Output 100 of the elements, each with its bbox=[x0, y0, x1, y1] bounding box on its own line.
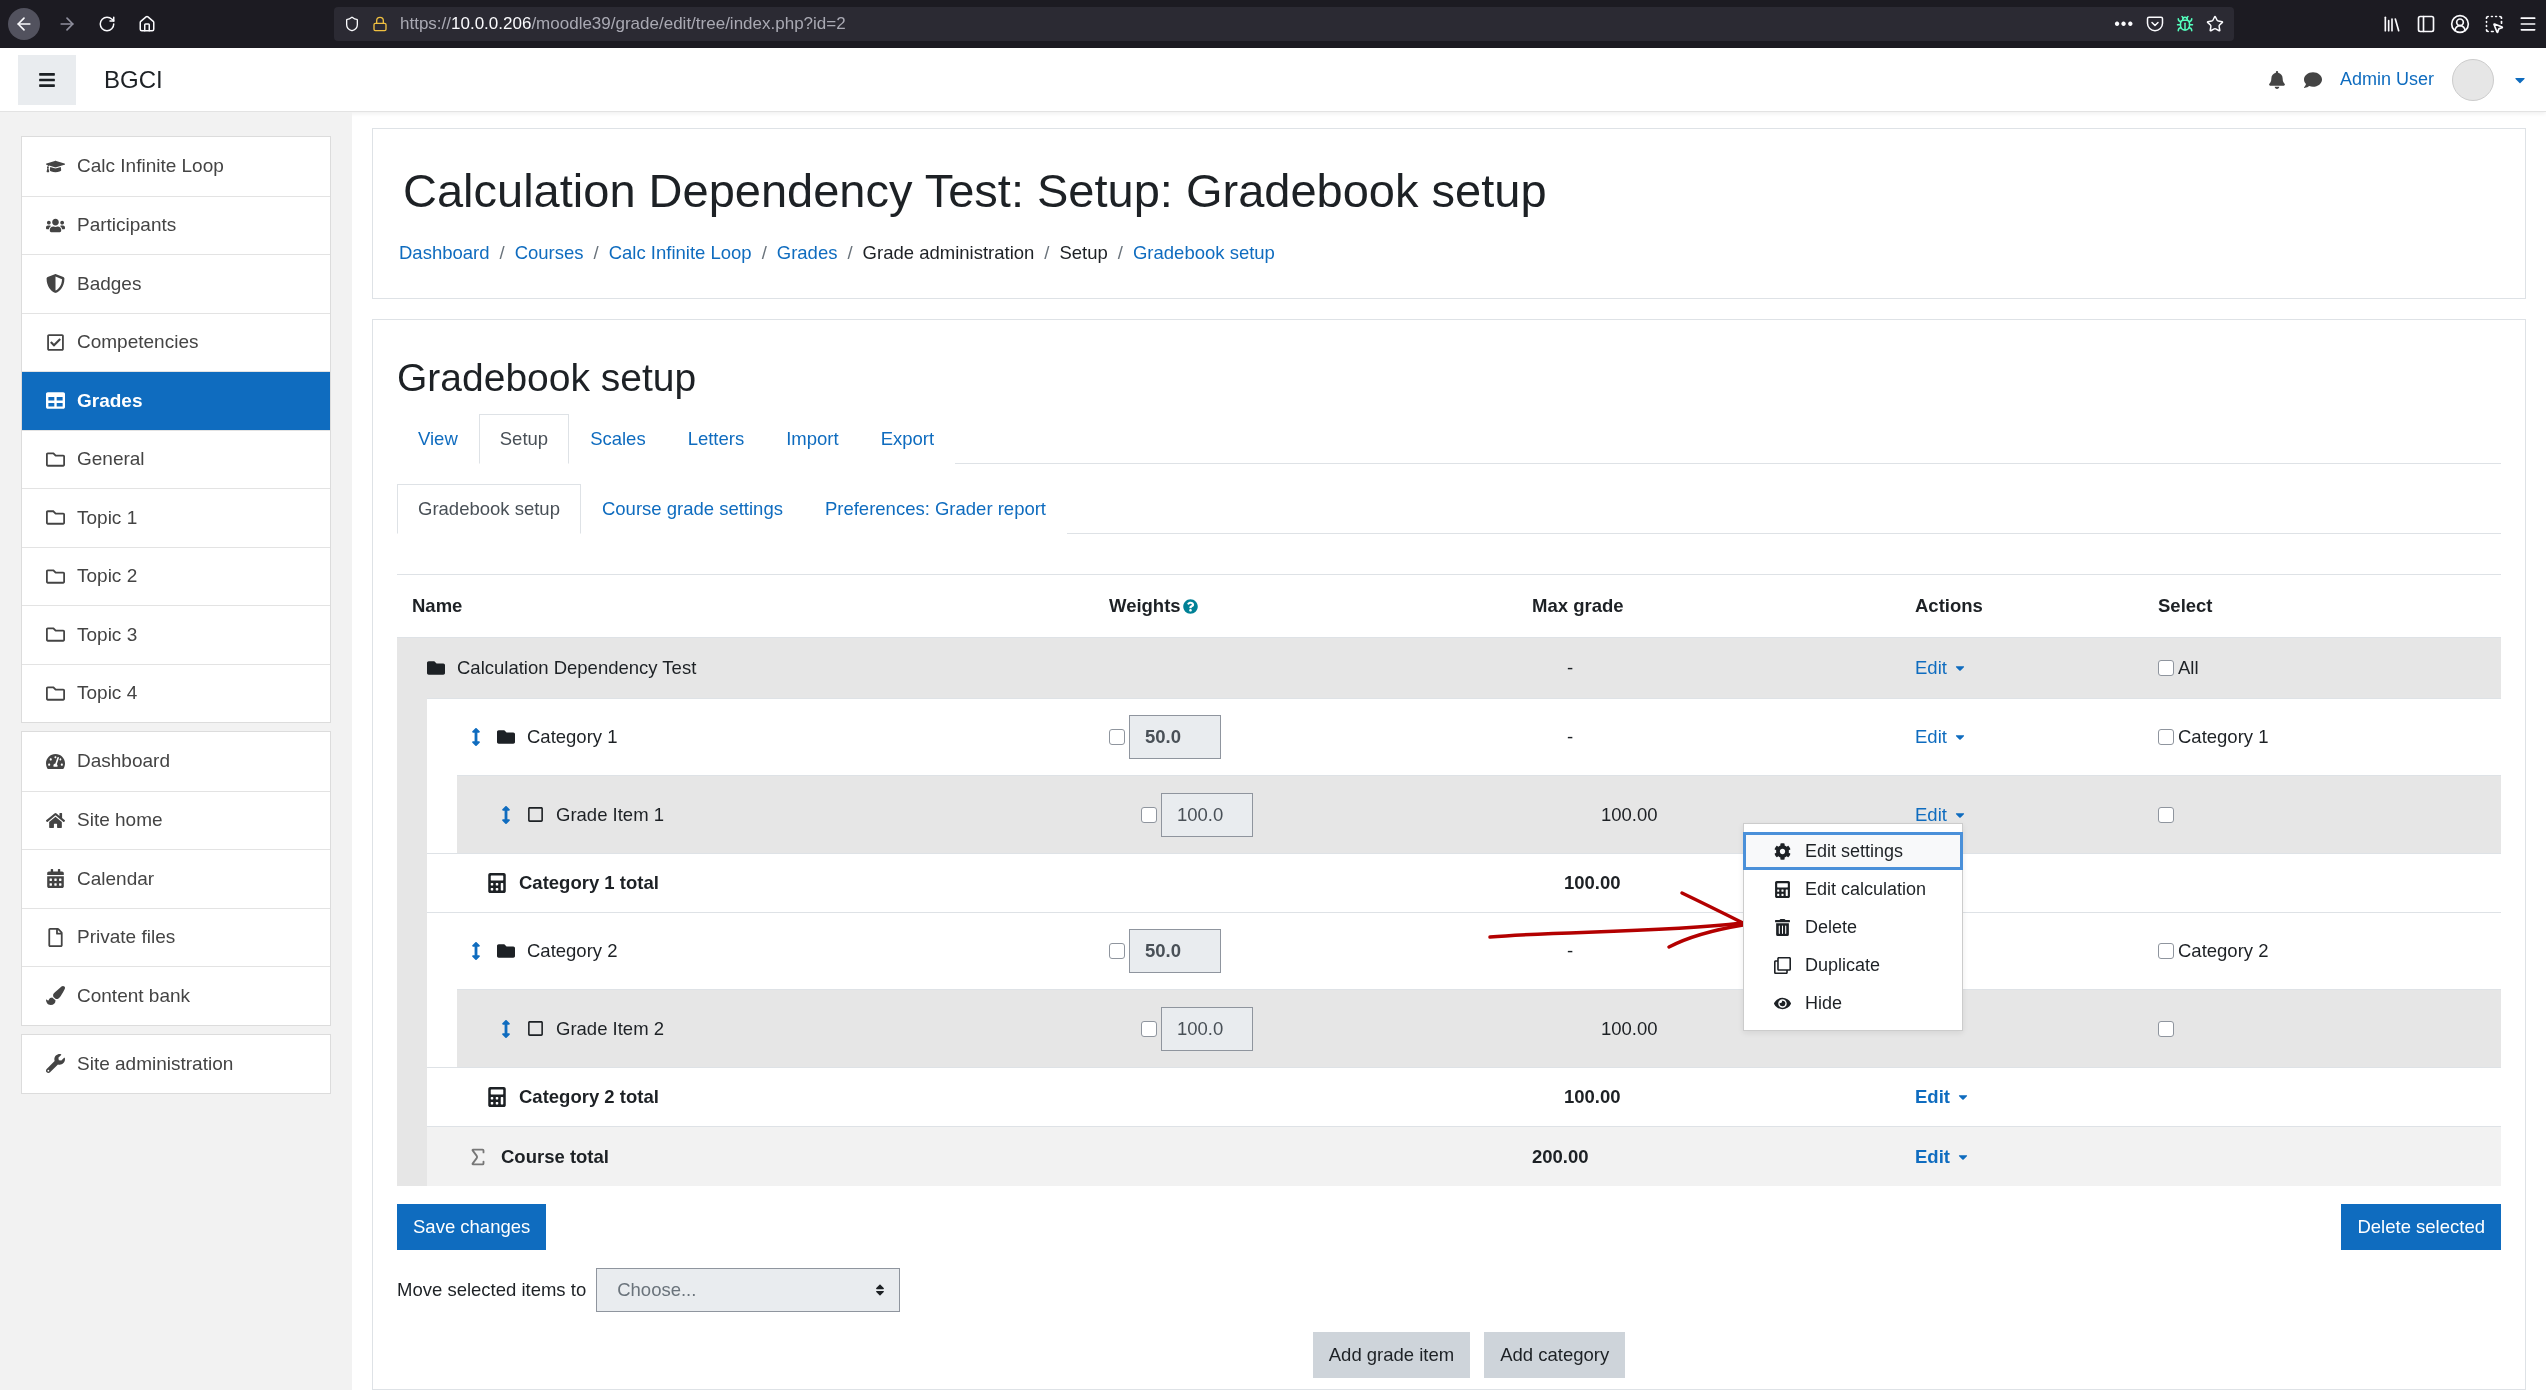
max-grade: 100.00 bbox=[1564, 1086, 1621, 1108]
menu-item[interactable]: Duplicate bbox=[1743, 946, 1963, 984]
add-grade-item-button[interactable]: Add grade item bbox=[1312, 1332, 1471, 1378]
breadcrumb-separator: / bbox=[1117, 242, 1123, 264]
house-icon bbox=[138, 15, 156, 33]
checkbox-icon bbox=[46, 332, 65, 352]
calculator-icon bbox=[1774, 880, 1791, 898]
brush-icon bbox=[46, 986, 65, 1006]
edit-menu-link[interactable]: Edit bbox=[1915, 657, 1967, 679]
breadcrumb-separator: / bbox=[1044, 242, 1050, 264]
folder-icon bbox=[46, 508, 65, 528]
library-icon[interactable] bbox=[2382, 14, 2402, 34]
item-name: Grade Item 2 bbox=[556, 1017, 664, 1040]
site-name[interactable]: BGCI bbox=[104, 65, 163, 94]
delete-selected-button[interactable]: Delete selected bbox=[2341, 1204, 2501, 1250]
breadcrumb-link[interactable]: Grades bbox=[776, 242, 838, 264]
move-select[interactable]: Choose... bbox=[596, 1268, 901, 1312]
select-label: Category 1 bbox=[2178, 726, 2269, 748]
section-heading: Gradebook setup bbox=[397, 356, 698, 400]
breadcrumb-separator: / bbox=[593, 242, 599, 264]
item-name: Category 2 total bbox=[519, 1086, 659, 1108]
weight-field[interactable]: 100.0 bbox=[1161, 792, 1253, 837]
menu-item[interactable]: Edit calculation bbox=[1743, 870, 1963, 908]
item-name: Course total bbox=[501, 1145, 609, 1168]
breadcrumb-link[interactable]: Gradebook setup bbox=[1132, 242, 1275, 264]
bug-icon[interactable] bbox=[2176, 15, 2194, 33]
folder-icon bbox=[497, 942, 515, 960]
shield-icon bbox=[46, 274, 65, 294]
menu-item[interactable]: Hide bbox=[1743, 984, 1963, 1022]
help-icon[interactable] bbox=[1182, 598, 1198, 614]
wrench-icon bbox=[46, 1054, 65, 1074]
item-name: Calculation Dependency Test bbox=[457, 657, 697, 679]
select-checkbox[interactable] bbox=[2158, 660, 2174, 676]
column-header: Max grade bbox=[1532, 595, 1624, 617]
folder-icon bbox=[46, 449, 65, 469]
weight-checkbox[interactable] bbox=[1141, 1020, 1157, 1037]
screenshot-icon[interactable] bbox=[2484, 14, 2504, 34]
column-header: Actions bbox=[1915, 595, 1983, 617]
item-name: Category 1 total bbox=[519, 872, 659, 894]
breadcrumb-link[interactable]: Dashboard bbox=[399, 242, 490, 264]
edit-menu-link[interactable]: Edit bbox=[1915, 1145, 1970, 1168]
weight-checkbox[interactable] bbox=[1141, 806, 1157, 823]
address-bar[interactable]: https://10.0.0.206/moodle39/grade/edit/tree/index.php?id=2 ••• bbox=[334, 7, 2234, 41]
select-label: All bbox=[2178, 657, 2199, 679]
shield-icon bbox=[344, 16, 360, 32]
breadcrumb-separator: / bbox=[499, 242, 505, 264]
tab[interactable]: Setup bbox=[478, 414, 570, 464]
add-category-button[interactable]: Add category bbox=[1484, 1332, 1626, 1378]
calculator-icon bbox=[487, 873, 507, 893]
move-label: Move selected items to bbox=[397, 1279, 587, 1301]
more-button[interactable]: ••• bbox=[2114, 15, 2134, 33]
folder-icon bbox=[46, 625, 65, 645]
weight-field[interactable]: 100.0 bbox=[1161, 1006, 1253, 1051]
menu-item[interactable]: Edit settings bbox=[1743, 832, 1963, 870]
menu-icon bbox=[38, 70, 56, 89]
edit-menu-link[interactable]: Edit bbox=[1915, 1086, 1970, 1108]
weight-checkbox[interactable] bbox=[1109, 729, 1125, 745]
weight-field[interactable]: 50.0 bbox=[1129, 929, 1221, 973]
page-title: Calculation Dependency Test: Setup: Gradebook setup bbox=[403, 163, 1548, 218]
item-name: Grade Item 1 bbox=[556, 803, 664, 826]
select-checkbox[interactable] bbox=[2158, 943, 2174, 959]
select-label: Category 2 bbox=[2178, 940, 2269, 962]
user-name[interactable]: Admin User bbox=[2339, 69, 2434, 90]
breadcrumb-text: Setup bbox=[1059, 242, 1108, 264]
calculator-icon bbox=[487, 1087, 507, 1107]
column-header: Name bbox=[412, 595, 463, 616]
reload-icon bbox=[98, 15, 116, 33]
breadcrumb-link[interactable]: Calc Infinite Loop bbox=[608, 242, 752, 264]
select-checkbox[interactable] bbox=[2158, 1020, 2174, 1037]
breadcrumb-separator: / bbox=[847, 242, 853, 264]
pocket-icon[interactable] bbox=[2146, 15, 2164, 33]
back-button[interactable] bbox=[8, 8, 40, 40]
calendar-icon bbox=[46, 869, 65, 889]
star-icon[interactable] bbox=[2206, 15, 2224, 33]
chat-icon[interactable] bbox=[2303, 70, 2322, 89]
house-icon bbox=[46, 810, 65, 830]
account-icon[interactable] bbox=[2450, 14, 2470, 34]
tab[interactable]: Gradebook setup bbox=[397, 484, 581, 534]
weight-field[interactable]: 50.0 bbox=[1129, 715, 1221, 759]
select-checkbox[interactable] bbox=[2158, 806, 2174, 823]
table-icon bbox=[46, 391, 65, 411]
menu-item[interactable]: Delete bbox=[1743, 908, 1963, 946]
select-checkbox[interactable] bbox=[2158, 729, 2174, 745]
item-name: Category 1 bbox=[527, 726, 618, 748]
save-button[interactable]: Save changes bbox=[397, 1204, 547, 1250]
edit-menu-link[interactable]: Edit bbox=[1915, 726, 1967, 748]
trash-icon bbox=[1774, 918, 1791, 936]
bell-icon[interactable] bbox=[2267, 70, 2286, 89]
max-grade: 100.00 bbox=[1601, 1017, 1658, 1040]
menu-icon[interactable] bbox=[2518, 14, 2538, 34]
breadcrumb-link[interactable]: Courses bbox=[514, 242, 584, 264]
url-text: https://10.0.0.206/moodle39/grade/edit/tree/index.php?id=2 bbox=[400, 14, 847, 34]
edit-menu-link[interactable]: Edit bbox=[1915, 803, 1967, 826]
sidebar-item[interactable]: Grades bbox=[22, 371, 330, 430]
weight-checkbox[interactable] bbox=[1109, 943, 1125, 959]
max-grade: - bbox=[1567, 726, 1574, 748]
menu-button[interactable] bbox=[18, 54, 76, 105]
breadcrumb-text: Grade administration bbox=[862, 242, 1035, 264]
folder-icon bbox=[46, 683, 65, 703]
sidebar-icon[interactable] bbox=[2416, 14, 2436, 34]
